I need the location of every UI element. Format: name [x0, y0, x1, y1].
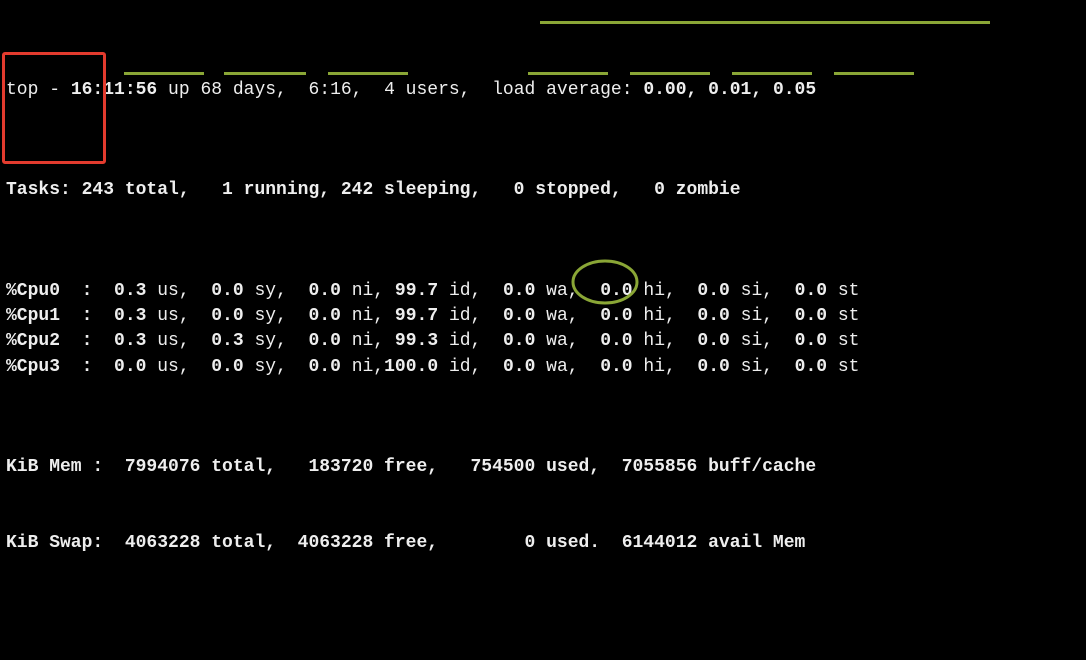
cpu-row: %Cpu3 : 0.0 us, 0.0 sy, 0.0 ni,100.0 id,…: [6, 355, 1080, 380]
blank-line: [6, 607, 1080, 632]
cpu-row: %Cpu1 : 0.3 us, 0.0 sy, 0.0 ni, 99.7 id,…: [6, 304, 1080, 329]
cpu-row: %Cpu2 : 0.3 us, 0.3 sy, 0.0 ni, 99.3 id,…: [6, 329, 1080, 354]
mem-line: KiB Mem : 7994076 total, 183720 free, 75…: [6, 455, 1080, 480]
cpu-lines: %Cpu0 : 0.3 us, 0.0 sy, 0.0 ni, 99.7 id,…: [6, 279, 1080, 380]
terminal-output: top - 16:11:56 up 68 days, 6:16, 4 users…: [0, 0, 1086, 660]
top-summary-line: top - 16:11:56 up 68 days, 6:16, 4 users…: [6, 78, 1080, 103]
cpu-row: %Cpu0 : 0.3 us, 0.0 sy, 0.0 ni, 99.7 id,…: [6, 279, 1080, 304]
swap-line: KiB Swap: 4063228 total, 4063228 free, 0…: [6, 531, 1080, 556]
tasks-line: Tasks: 243 total, 1 running, 242 sleepin…: [6, 178, 1080, 203]
